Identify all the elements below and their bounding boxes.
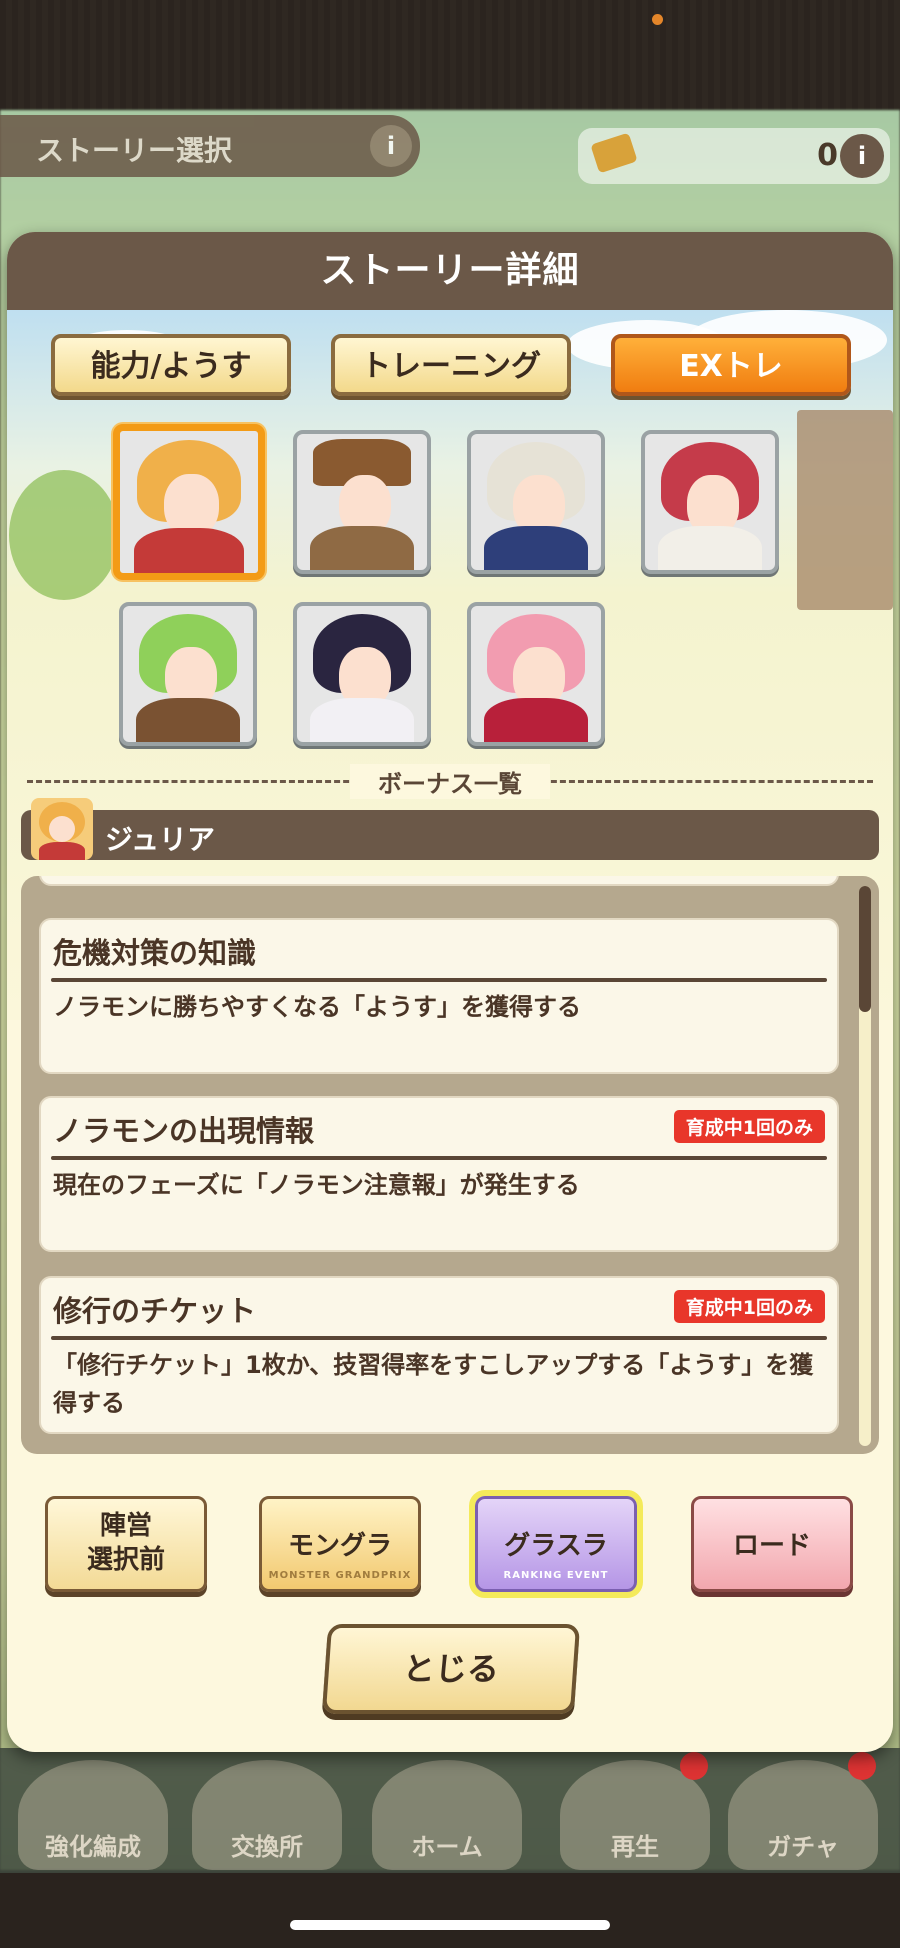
portrait-body xyxy=(133,527,245,573)
monster-grandprix-button[interactable]: モングラ MONSTER GRANDPRIX xyxy=(259,1496,421,1592)
character-portrait-5[interactable] xyxy=(119,602,257,746)
button-label: 陣営 選択前 xyxy=(86,1511,165,1575)
notification-badge xyxy=(848,1752,876,1780)
tree xyxy=(9,470,119,600)
bonus-title: 修行のチケット xyxy=(53,1294,257,1328)
bonus-description: ノラモンに勝ちやすくなる「ようす」を獲得する xyxy=(53,993,581,1021)
bonus-card: ノラモンの出現情報 育成中1回のみ 現在のフェーズに「ノラモン注意報」が発生する xyxy=(39,1096,839,1252)
bonus-divider-line xyxy=(51,978,827,982)
button-sublabel: MONSTER GRANDPRIX xyxy=(268,1570,412,1581)
button-label: ロード xyxy=(732,1531,811,1561)
background-title: ストーリー選択 xyxy=(36,134,233,167)
once-only-badge: 育成中1回のみ xyxy=(673,1110,825,1143)
bonus-description: 現在のフェーズに「ノラモン注意報」が発生する xyxy=(53,1171,580,1199)
home-indicator[interactable] xyxy=(290,1920,610,1930)
button-label: モングラ xyxy=(287,1531,392,1561)
scrollbar-thumb[interactable] xyxy=(859,886,871,1012)
nav-label: 交換所 xyxy=(231,1833,303,1861)
character-portrait-julia[interactable] xyxy=(113,424,265,580)
button-sublabel: RANKING EVENT xyxy=(503,1570,609,1581)
bonus-card: 危機対策の知識 ノラモンに勝ちやすくなる「ようす」を獲得する xyxy=(39,918,839,1074)
nav-item-home: ホーム xyxy=(372,1760,522,1870)
bonus-title: ノラモンの出現情報 xyxy=(53,1114,315,1148)
info-icon: i xyxy=(370,125,412,167)
barn xyxy=(797,410,893,610)
grand-slam-button[interactable]: グラスラ RANKING EVENT xyxy=(469,1490,643,1598)
once-only-badge: 育成中1回のみ xyxy=(673,1290,825,1323)
character-portrait-3[interactable] xyxy=(467,430,605,574)
nav-label: ガチャ xyxy=(767,1833,839,1861)
icon-body xyxy=(39,842,85,860)
currency-display: 0 i xyxy=(578,128,890,184)
selected-character-name: ジュリア xyxy=(105,823,216,856)
faction-select-button[interactable]: 陣営 選択前 xyxy=(45,1496,207,1592)
selected-character-icon xyxy=(31,798,93,860)
tab-ex-training[interactable]: EXトレ xyxy=(611,334,851,396)
bonus-divider-line xyxy=(51,1156,827,1160)
character-portrait-7[interactable] xyxy=(467,602,605,746)
button-label: グラスラ xyxy=(504,1531,608,1561)
nav-item-enhance: 強化編成 xyxy=(18,1760,168,1870)
status-indicator xyxy=(652,14,663,25)
close-button[interactable]: とじる xyxy=(321,1624,581,1714)
tab-training[interactable]: トレーニング xyxy=(331,334,571,396)
bonus-card-partial xyxy=(39,876,839,886)
bonus-title: 危機対策の知識 xyxy=(53,936,257,970)
modal-title: ストーリー詳細 xyxy=(7,232,893,310)
bonus-description: 「修行チケット」1枚か、技習得率をすこしアップする「ようす」を獲得する xyxy=(53,1351,814,1417)
road-button[interactable]: ロード xyxy=(691,1496,853,1592)
info-icon: i xyxy=(840,134,884,178)
bonus-list[interactable]: 危機対策の知識 ノラモンに勝ちやすくなる「ようす」を獲得する ノラモンの出現情報… xyxy=(21,876,879,1454)
portrait-body xyxy=(310,526,414,570)
bonus-card: 修行のチケット 育成中1回のみ 「修行チケット」1枚か、技習得率をすこしアップす… xyxy=(39,1276,839,1434)
nav-label: 再生 xyxy=(611,1833,659,1861)
notification-badge xyxy=(680,1752,708,1780)
character-portrait-6[interactable] xyxy=(293,602,431,746)
currency-value: 0 xyxy=(817,138,838,173)
bonus-list-header: ボーナス一覧 xyxy=(350,764,550,799)
portrait-body xyxy=(484,698,588,742)
character-portrait-2[interactable] xyxy=(293,430,431,574)
nav-item-exchange: 交換所 xyxy=(192,1760,342,1870)
portrait-body xyxy=(484,526,588,570)
tab-ability[interactable]: 能力/ようす xyxy=(51,334,291,396)
story-detail-modal: ストーリー詳細 能力/ようす トレーニング EXトレ ボーナス一覧 ジュリア 危… xyxy=(7,232,893,1752)
nav-label: 強化編成 xyxy=(45,1833,141,1861)
ticket-icon xyxy=(590,132,638,174)
portrait-body xyxy=(310,698,414,742)
icon-face xyxy=(49,816,75,842)
background-title-bar: ストーリー選択 i xyxy=(0,115,420,177)
nav-label: ホーム xyxy=(411,1833,483,1861)
status-bar xyxy=(0,0,900,110)
bonus-divider-line xyxy=(51,1336,827,1340)
portrait-body xyxy=(136,698,240,742)
portrait-body xyxy=(658,526,762,570)
character-portrait-4[interactable] xyxy=(641,430,779,574)
